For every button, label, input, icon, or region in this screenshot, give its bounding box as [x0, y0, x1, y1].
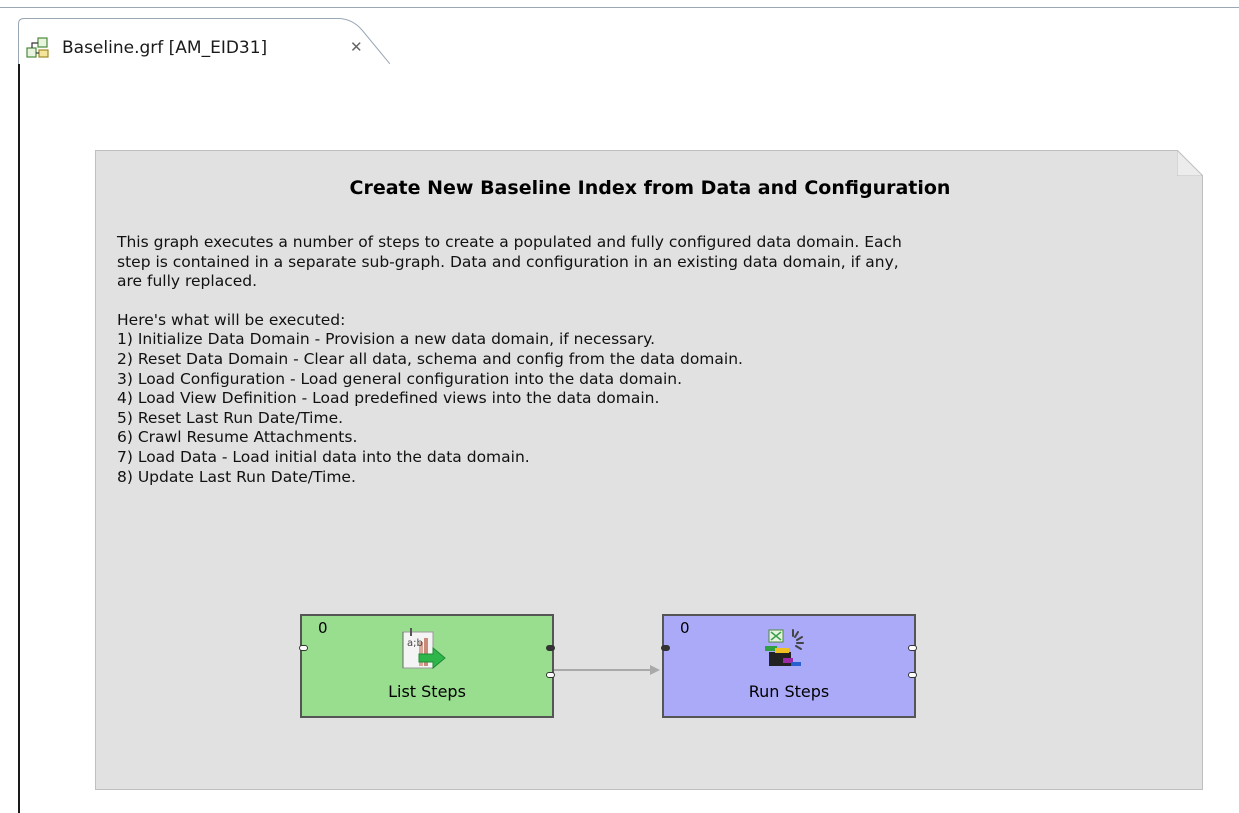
input-port[interactable]: [661, 645, 670, 651]
svg-text:a;b: a;b: [407, 638, 423, 649]
editor-left-border: [18, 64, 20, 813]
edge-connector[interactable]: [547, 663, 667, 677]
step-item: 8) Update Last Run Date/Time.: [117, 467, 356, 486]
note-box[interactable]: Create New Baseline Index from Data and …: [95, 150, 1203, 790]
close-icon[interactable]: ✕: [350, 38, 363, 56]
step-item: 7) Load Data - Load initial data into th…: [117, 447, 530, 466]
step-item: 6) Crawl Resume Attachments.: [117, 428, 358, 447]
output-port[interactable]: [546, 645, 555, 651]
list-steps-icon: a;b: [402, 628, 446, 670]
step-item: 5) Reset Last Run Date/Time.: [117, 408, 344, 427]
step-item: 4) Load View Definition - Load predefine…: [117, 389, 660, 408]
description-line: This graph executes a number of steps to…: [117, 233, 902, 251]
component-label: List Steps: [388, 682, 466, 701]
record-count: 0: [318, 619, 328, 637]
output-port[interactable]: [908, 645, 917, 651]
input-port[interactable]: [299, 645, 308, 651]
description-line: are fully replaced.: [117, 272, 258, 291]
graph-file-icon: [26, 37, 49, 58]
step-item: 1) Initialize Data Domain - Provision a …: [117, 330, 655, 349]
run-steps-icon: [765, 629, 804, 666]
run-steps-component[interactable]: 0 Run Steps: [661, 614, 917, 718]
note-fold-corner: [1177, 150, 1203, 176]
note-title: Create New Baseline Index from Data and …: [349, 177, 951, 199]
editor-tab-bar: Baseline.grf [AM_EID31] ✕: [18, 8, 1239, 74]
step-item: 3) Load Configuration - Load general con…: [117, 369, 683, 388]
output-port[interactable]: [546, 672, 555, 678]
note-text: This graph executes a number of steps to…: [117, 233, 1187, 487]
component-label: Run Steps: [748, 682, 830, 701]
output-port[interactable]: [908, 672, 917, 678]
steps-heading: Here's what will be executed:: [117, 310, 346, 329]
record-count: 0: [680, 619, 690, 637]
tab-title: Baseline.grf [AM_EID31]: [62, 38, 268, 58]
list-steps-component[interactable]: 0 a;b List Steps: [299, 614, 555, 718]
description-line: step is contained in a separate sub-grap…: [117, 252, 899, 271]
step-item: 2) Reset Data Domain - Clear all data, s…: [117, 349, 743, 368]
